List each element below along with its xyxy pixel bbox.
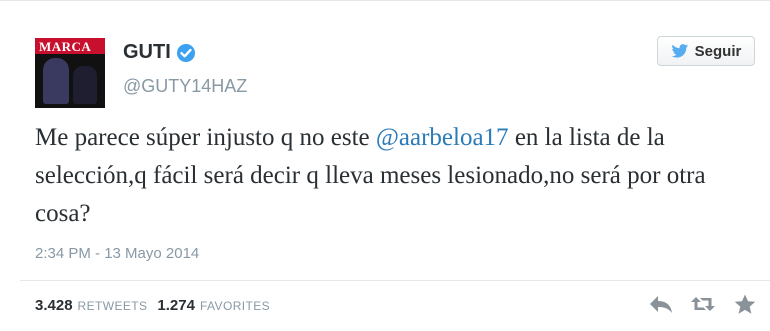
user-name-row: GUTI	[123, 41, 196, 64]
favorites-label[interactable]: FAVORITES	[200, 299, 270, 313]
follow-button[interactable]: Seguir	[657, 36, 755, 66]
divider	[20, 280, 770, 281]
tweet-stats: 3.428 RETWEETS 1.274 FAVORITES	[35, 297, 270, 314]
twitter-bird-icon	[671, 44, 688, 58]
favorite-icon[interactable]	[732, 293, 758, 315]
retweet-icon[interactable]	[690, 293, 716, 315]
retweets-count[interactable]: 3.428	[35, 297, 73, 314]
verified-badge-icon	[176, 43, 195, 62]
favorites-count[interactable]: 1.274	[157, 297, 195, 314]
mention-link[interactable]: @aarbeloa17	[376, 124, 509, 151]
follow-button-label: Seguir	[694, 42, 742, 60]
retweets-label[interactable]: RETWEETS	[78, 299, 148, 313]
tweet-text-start: Me parece súper injusto q no este	[35, 124, 376, 151]
avatar[interactable]: MARCA	[35, 38, 105, 108]
tweet-timestamp[interactable]: 2:34 PM - 13 Mayo 2014	[35, 245, 199, 262]
user-name[interactable]: GUTI	[123, 41, 171, 64]
avatar-logo-text: MARCA	[39, 39, 92, 54]
tweet-text: Me parece súper injusto q no este @aarbe…	[35, 119, 755, 233]
reply-icon[interactable]	[648, 293, 674, 315]
user-handle[interactable]: @GUTY14HAZ	[123, 76, 247, 97]
tweet-actions	[632, 293, 758, 315]
tweet-card: MARCA GUTI @GUTY14HAZ Seguir Me parece s…	[0, 0, 770, 331]
